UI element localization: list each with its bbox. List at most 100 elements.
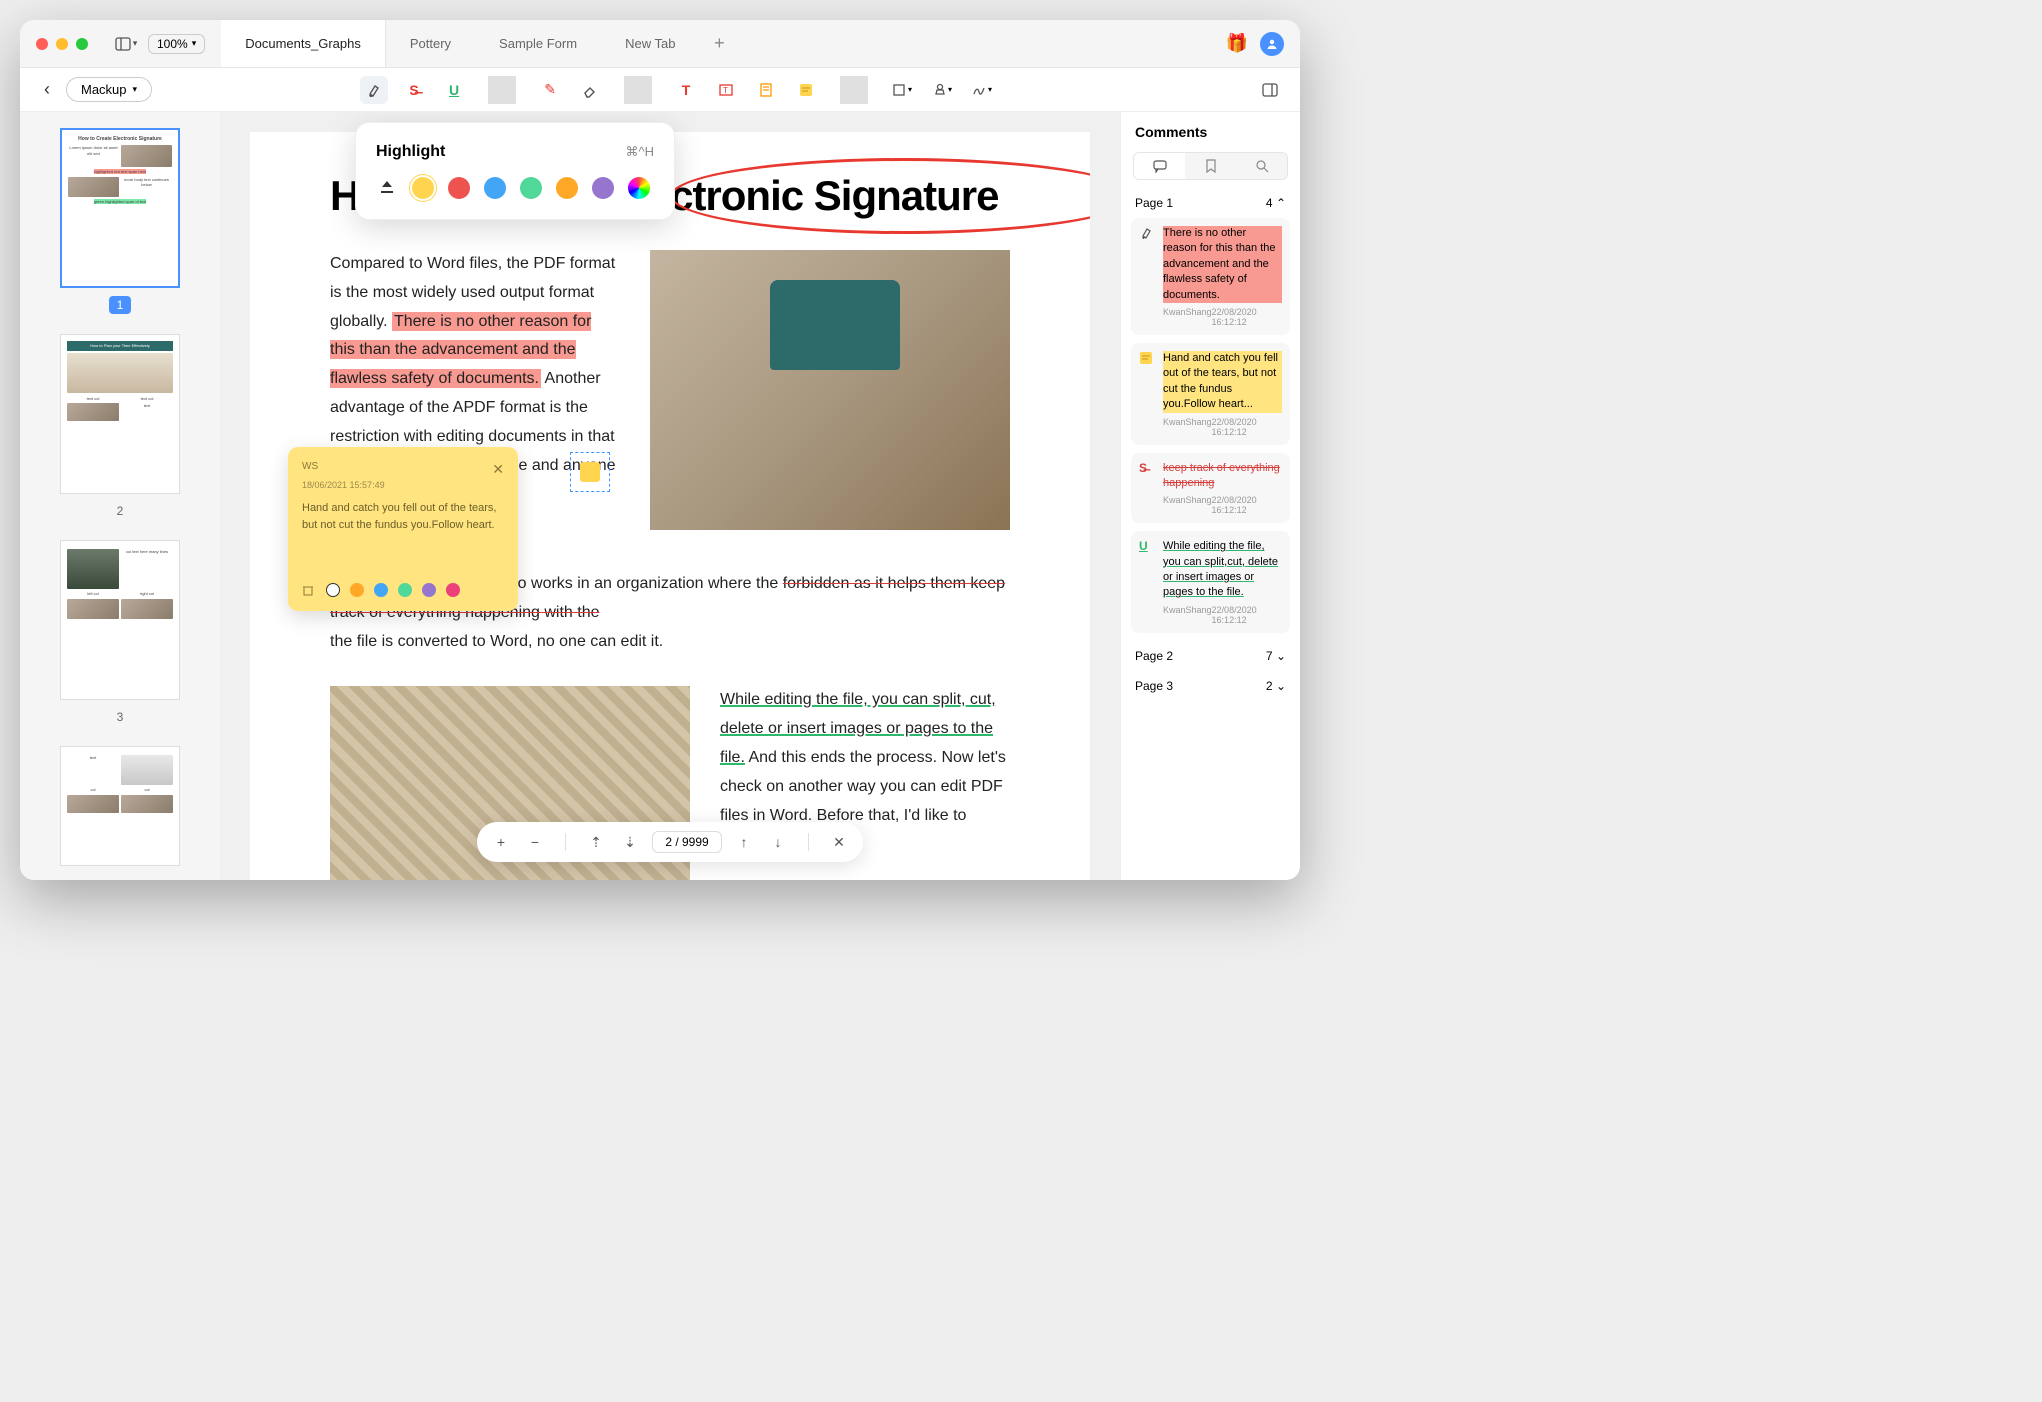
user-avatar[interactable]	[1260, 32, 1284, 56]
color-red[interactable]	[448, 177, 470, 199]
svg-text:T: T	[723, 86, 728, 95]
comment-item[interactable]: S̶ keep track of everything happening Kw…	[1131, 453, 1290, 524]
chevron-up-icon: ⌃	[1276, 196, 1286, 210]
tab-new[interactable]: New Tab	[601, 20, 699, 67]
thumbnail-3[interactable]: col text here many linesleft colright co…	[36, 540, 204, 726]
strikethrough-icon: S̶	[1139, 461, 1157, 516]
maximize-window[interactable]	[76, 38, 88, 50]
section-label: Page 3	[1135, 679, 1173, 693]
tab-pottery[interactable]: Pottery	[386, 20, 475, 67]
close-window[interactable]	[36, 38, 48, 50]
comments-panel: Comments Page 1 4 ⌃ There is no other re…	[1120, 112, 1300, 880]
color-orange[interactable]	[350, 583, 364, 597]
comment-item[interactable]: Hand and catch you fell out of the tears…	[1131, 343, 1290, 445]
shape-tool-icon[interactable]: ▾	[888, 76, 916, 104]
add-tab-button[interactable]: +	[699, 20, 739, 67]
zoom-out-icon[interactable]: −	[523, 834, 547, 850]
stamp-tool-icon[interactable]: ▾	[928, 76, 956, 104]
document-canvas[interactable]: How to Create Electronic Signature Compa…	[220, 112, 1120, 880]
last-page-icon[interactable]: ⇣	[618, 834, 642, 851]
toolbar: ‹ Mackup▾ S̶ U ✎ T T ▾ ▾ ▾	[20, 68, 1300, 112]
highlight-popup: Highlight ⌘^H	[355, 122, 675, 220]
app-window: ▾ 100%▾ Documents_Graphs Pottery Sample …	[20, 20, 1300, 880]
first-page-icon[interactable]: ⇡	[584, 834, 608, 851]
search-tab-icon[interactable]	[1236, 153, 1287, 179]
comment-text: Hand and catch you fell out of the tears…	[1163, 351, 1282, 413]
keyboard-shortcut: ⌘^H	[626, 144, 655, 160]
mode-dropdown[interactable]: Mackup▾	[66, 77, 152, 102]
minimize-window[interactable]	[56, 38, 68, 50]
comments-list: There is no other reason for this than t…	[1121, 218, 1300, 641]
color-yellow[interactable]	[412, 177, 434, 199]
comment-time: 22/08/2020 16:12:12	[1212, 605, 1282, 625]
eraser-tool-icon[interactable]	[576, 76, 604, 104]
back-button[interactable]: ‹	[36, 79, 58, 100]
sidebar-toggle-icon[interactable]: ▾	[112, 30, 140, 58]
gift-icon[interactable]: 🎁	[1226, 33, 1248, 54]
underline-tool-icon[interactable]: U	[440, 76, 468, 104]
thumbnail-4[interactable]: textcolcol	[36, 746, 204, 866]
comment-time: 22/08/2020 16:12:12	[1212, 495, 1282, 515]
page-navigator: + − ⇡ ⇣ ↑ ↓ ✕	[477, 822, 863, 862]
panel-toggle-icon[interactable]	[1256, 76, 1284, 104]
divider	[565, 833, 566, 851]
highlight-tool-icon[interactable]	[360, 76, 388, 104]
color-custom[interactable]	[628, 177, 650, 199]
tab-documents-graphs[interactable]: Documents_Graphs	[221, 20, 386, 67]
section-page-2[interactable]: Page 2 7 ⌄	[1121, 641, 1300, 671]
textbox-tool-icon[interactable]: T	[712, 76, 740, 104]
bookmarks-tab-icon[interactable]	[1185, 153, 1236, 179]
text: the file is converted to Word, no one ca…	[330, 633, 663, 650]
underline-icon: U	[1139, 539, 1157, 625]
color-blue[interactable]	[374, 583, 388, 597]
tab-sample-form[interactable]: Sample Form	[475, 20, 601, 67]
document-tabs: Documents_Graphs Pottery Sample Form New…	[221, 20, 1225, 67]
sticky-note-tool-icon[interactable]	[792, 76, 820, 104]
note-body[interactable]: Hand and catch you fell out of the tears…	[302, 500, 504, 533]
zoom-value: 100%	[157, 37, 188, 51]
next-page-icon[interactable]: ↓	[766, 834, 790, 850]
color-purple[interactable]	[592, 177, 614, 199]
note-icon	[580, 462, 600, 482]
color-pink[interactable]	[446, 583, 460, 597]
comment-author: KwanShang	[1163, 605, 1212, 625]
color-orange[interactable]	[556, 177, 578, 199]
body: How to Create Electronic SignatureLorem …	[20, 112, 1300, 880]
delete-note-icon[interactable]	[302, 583, 316, 597]
section-page-3[interactable]: Page 3 2 ⌄	[1121, 671, 1300, 701]
section-count: 2	[1266, 679, 1273, 693]
sticky-note[interactable]: WS ✕ 18/06/2021 15:57:49 Hand and catch …	[288, 447, 518, 611]
close-icon[interactable]: ✕	[492, 461, 504, 478]
note-insertion-box[interactable]	[570, 452, 610, 492]
comment-item[interactable]: U While editing the file, you can split,…	[1131, 531, 1290, 633]
comments-tab-icon[interactable]	[1134, 153, 1185, 179]
zoom-dropdown[interactable]: 100%▾	[148, 34, 205, 54]
fill-icon[interactable]	[376, 177, 398, 199]
note-author: WS	[302, 461, 318, 478]
form-tool-icon[interactable]	[752, 76, 780, 104]
comment-item[interactable]: There is no other reason for this than t…	[1131, 218, 1290, 335]
color-green[interactable]	[520, 177, 542, 199]
section-label: Page 1	[1135, 196, 1173, 210]
color-blue[interactable]	[484, 177, 506, 199]
comment-author: KwanShang	[1163, 307, 1212, 327]
thumbnail-2[interactable]: How to Plan your Time Effectivelytext co…	[36, 334, 204, 520]
prev-page-icon[interactable]: ↑	[732, 834, 756, 850]
comment-author: KwanShang	[1163, 495, 1212, 515]
strikethrough-tool-icon[interactable]: S̶	[400, 76, 428, 104]
thumbnail-1[interactable]: How to Create Electronic SignatureLorem …	[36, 128, 204, 314]
text-tool-icon[interactable]: T	[672, 76, 700, 104]
color-purple[interactable]	[422, 583, 436, 597]
color-green[interactable]	[398, 583, 412, 597]
close-nav-icon[interactable]: ✕	[827, 834, 851, 851]
comment-time: 22/08/2020 16:12:12	[1212, 307, 1282, 327]
page-input[interactable]	[652, 831, 722, 853]
mode-label: Mackup	[81, 82, 127, 97]
pen-tool-icon[interactable]: ✎	[536, 76, 564, 104]
color-white[interactable]	[326, 583, 340, 597]
zoom-in-icon[interactable]: +	[489, 834, 513, 850]
chevron-down-icon: ⌄	[1276, 649, 1286, 663]
section-page-1[interactable]: Page 1 4 ⌃	[1121, 188, 1300, 218]
signature-tool-icon[interactable]: ▾	[968, 76, 996, 104]
divider	[840, 76, 868, 104]
